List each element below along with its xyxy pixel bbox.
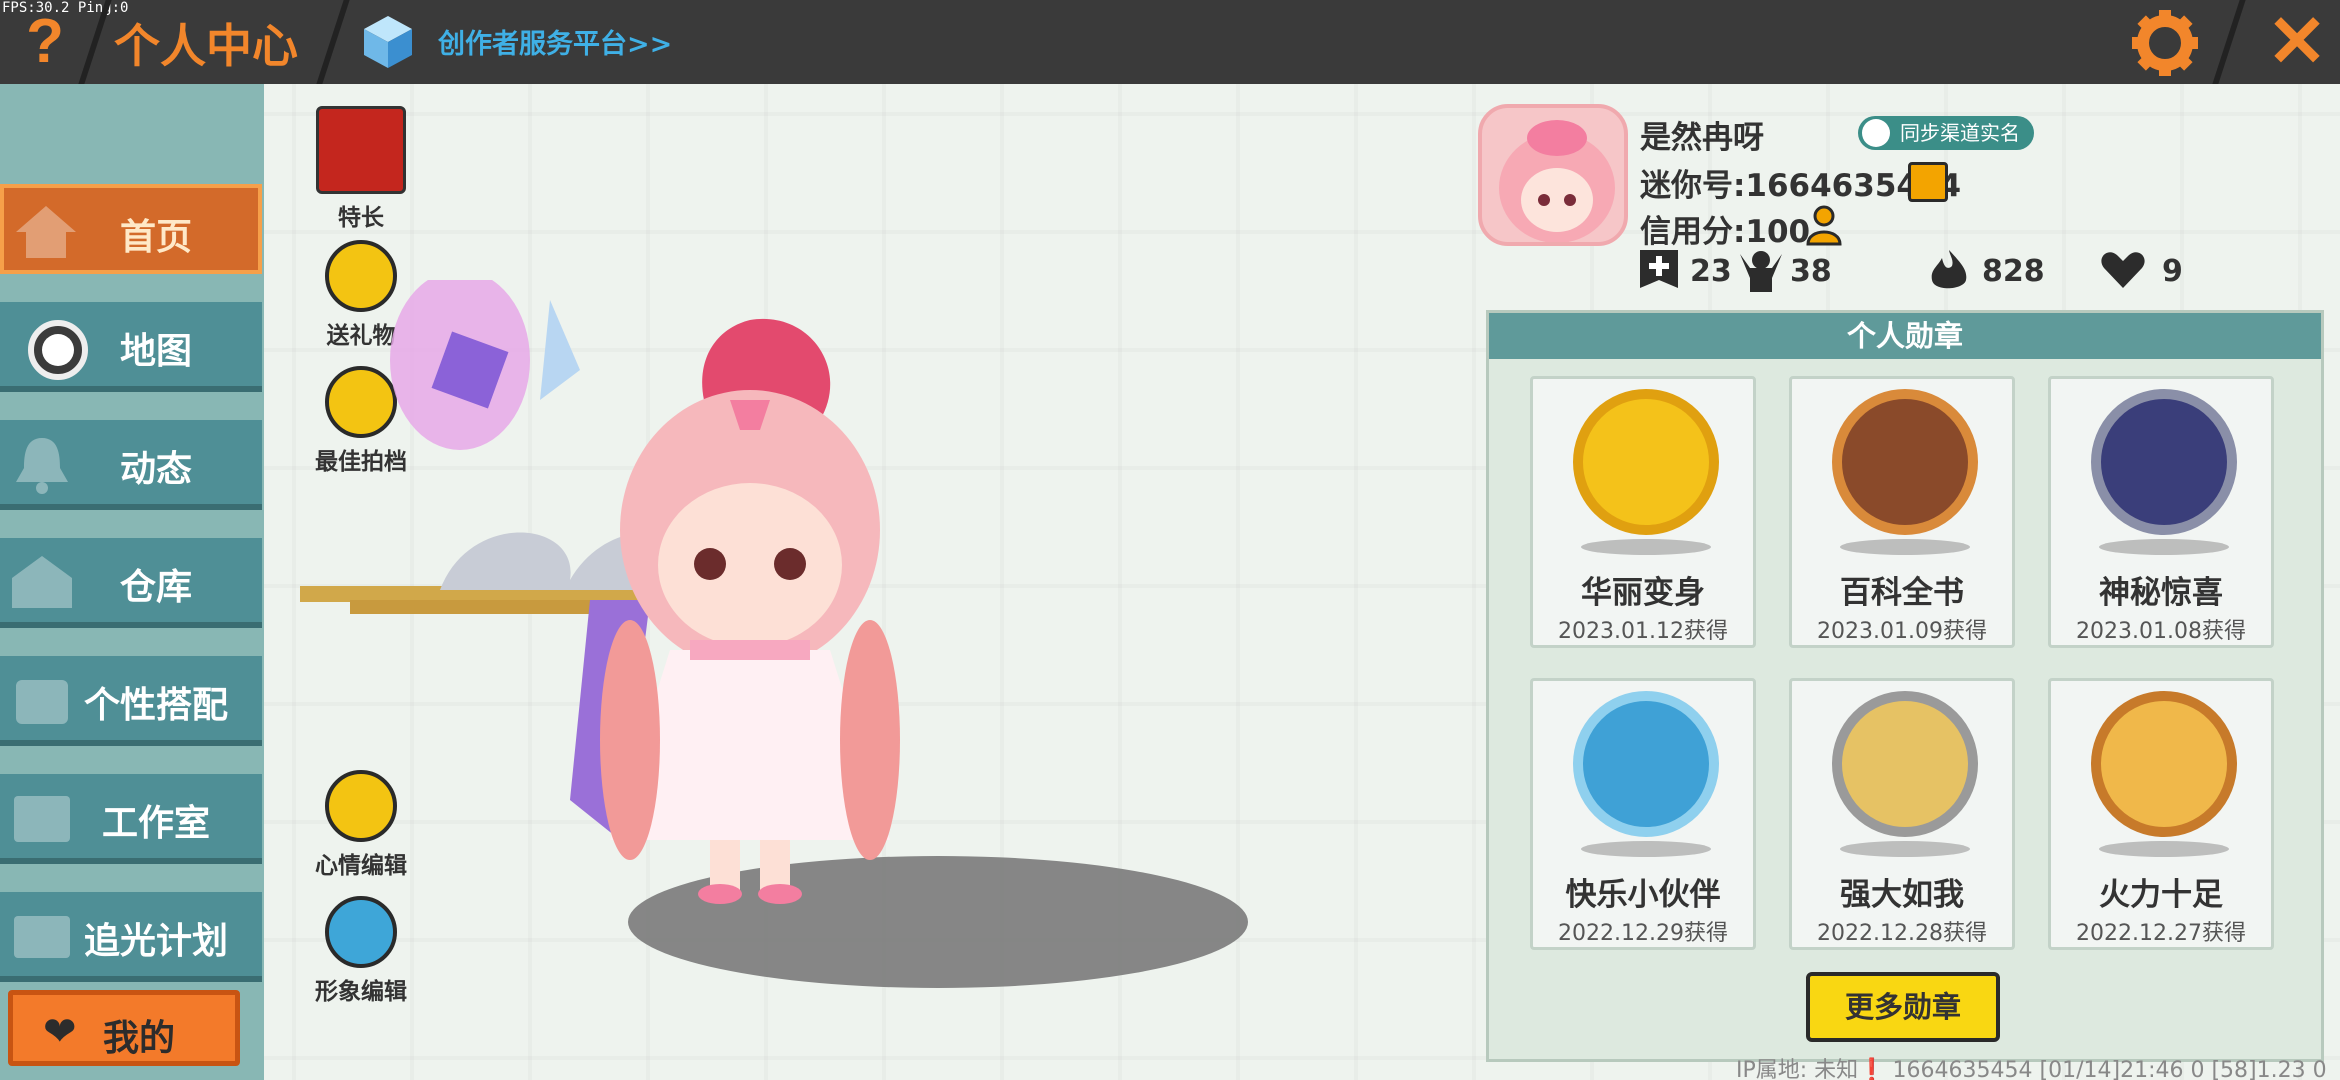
badge-date: 2023.01.12获得: [1558, 619, 1728, 644]
fans-icon: [1740, 251, 1782, 292]
close-button[interactable]: ✕: [2260, 4, 2334, 80]
nickname: 是然冉呀: [1640, 120, 1764, 156]
popularity-stat[interactable]: 828: [1928, 248, 2045, 294]
medal-shadow: [1840, 539, 1970, 555]
flame-icon: [1931, 250, 1967, 289]
top-bar: FPS:30.2 Ping:0 ? 个人中心 创作者服务平台>> ✕: [0, 0, 2340, 84]
add-friend-icon: [1640, 250, 1678, 288]
more-badges-button[interactable]: 更多勋章: [1806, 972, 2000, 1042]
heart-icon: ❤: [43, 1009, 77, 1055]
sync-realname-button[interactable]: 同步渠道实名: [1858, 116, 2034, 150]
add-friend-stat[interactable]: 23: [1638, 248, 1732, 294]
sidebar-item-label: 动态: [119, 449, 192, 490]
sidebar-item-label: 工作室: [101, 803, 210, 844]
person-icon: [1862, 119, 1890, 147]
sync-label: 同步渠道实名: [1900, 121, 2020, 145]
copy-icon[interactable]: [1908, 162, 1948, 202]
sidebar-item-warehouse[interactable]: 仓库: [0, 538, 262, 628]
medal-shadow: [2099, 841, 2229, 857]
badge-card[interactable]: 百科全书 2023.01.09获得: [1789, 376, 2015, 648]
badge-date: 2022.12.27获得: [2076, 921, 2246, 946]
avatar-character[interactable]: [290, 280, 1090, 980]
badge-date: 2022.12.28获得: [1817, 921, 1987, 946]
avatar[interactable]: [1478, 104, 1628, 246]
likes-stat[interactable]: 9: [2100, 248, 2183, 294]
badge-card[interactable]: 强大如我 2022.12.28获得: [1789, 678, 2015, 950]
badge-name: 快乐小伙伴: [1565, 877, 1721, 913]
medal-icon: [1832, 389, 1978, 535]
add-friend-count: 23: [1690, 254, 1732, 289]
heart-icon: [2101, 252, 2145, 288]
page-title: 个人中心: [114, 19, 298, 73]
badge-date: 2022.12.29获得: [1558, 921, 1728, 946]
footer-info: IP属地: 未知❗ 1664635454 [01/14]21:46 0 [58]…: [1736, 1058, 2327, 1080]
sidebar-item-feed[interactable]: 动态: [0, 420, 262, 510]
badge-name: 百科全书: [1840, 575, 1964, 611]
fans-count: 38: [1790, 254, 1832, 289]
sidebar-item-label: 首页: [119, 217, 192, 258]
divider: [2212, 0, 2246, 84]
medal-shadow: [1840, 841, 1970, 857]
avatar-portrait: [1499, 120, 1615, 242]
sidebar-item-home[interactable]: 首页: [0, 184, 262, 274]
badge-name: 强大如我: [1840, 877, 1964, 913]
mine-label: 我的: [103, 1018, 176, 1059]
badge-date: 2023.01.08获得: [2076, 619, 2246, 644]
creator-platform-link[interactable]: 创作者服务平台>>: [438, 22, 672, 61]
badge-card[interactable]: 神秘惊喜 2023.01.08获得: [2048, 376, 2274, 648]
badge-panel-title: 个人勋章: [1489, 313, 2321, 359]
sidebar-item-studio[interactable]: 工作室: [0, 774, 262, 864]
badge-date: 2023.01.09获得: [1817, 619, 1987, 644]
sidebar-item-map[interactable]: 地图: [0, 302, 262, 392]
sidebar-item-label: 追光计划: [83, 921, 228, 962]
medal-icon: [1573, 691, 1719, 837]
fans-stat[interactable]: 38: [1738, 248, 1832, 294]
medal-shadow: [1581, 841, 1711, 857]
specialty-icon: [316, 106, 406, 194]
badge-name: 神秘惊喜: [2099, 575, 2223, 611]
likes-count: 9: [2162, 254, 2183, 289]
cube-icon[interactable]: [362, 14, 414, 70]
divider: [316, 0, 350, 84]
mine-button[interactable]: ❤ 我的: [8, 990, 240, 1066]
popularity-count: 828: [1982, 254, 2045, 289]
medal-icon: [1832, 691, 1978, 837]
sidebar-item-label: 仓库: [119, 567, 192, 608]
credit-icon[interactable]: [1806, 204, 1848, 246]
medal-icon: [1573, 389, 1719, 535]
sidebar-item-spotlight[interactable]: 追光计划: [0, 892, 262, 982]
badge-name: 火力十足: [2099, 877, 2223, 913]
badge-name: 华丽变身: [1581, 575, 1705, 611]
sidebar-item-outfit[interactable]: 个性搭配: [0, 656, 262, 746]
credit-score: 信用分:100: [1640, 214, 1811, 250]
help-button[interactable]: ?: [10, 6, 80, 78]
gear-icon[interactable]: [2130, 8, 2200, 78]
badge-card[interactable]: 华丽变身 2023.01.12获得: [1530, 376, 1756, 648]
badge-card[interactable]: 快乐小伙伴 2022.12.29获得: [1530, 678, 1756, 950]
medal-icon: [2091, 691, 2237, 837]
badge-card[interactable]: 火力十足 2022.12.27获得: [2048, 678, 2274, 950]
specialty-label: 特长: [338, 205, 384, 231]
sidebar-item-label: 地图: [119, 331, 192, 372]
medal-shadow: [2099, 539, 2229, 555]
sidebar-item-label: 个性搭配: [83, 685, 228, 726]
medal-icon: [2091, 389, 2237, 535]
medal-shadow: [1581, 539, 1711, 555]
specialty-button[interactable]: 特长: [306, 106, 416, 232]
